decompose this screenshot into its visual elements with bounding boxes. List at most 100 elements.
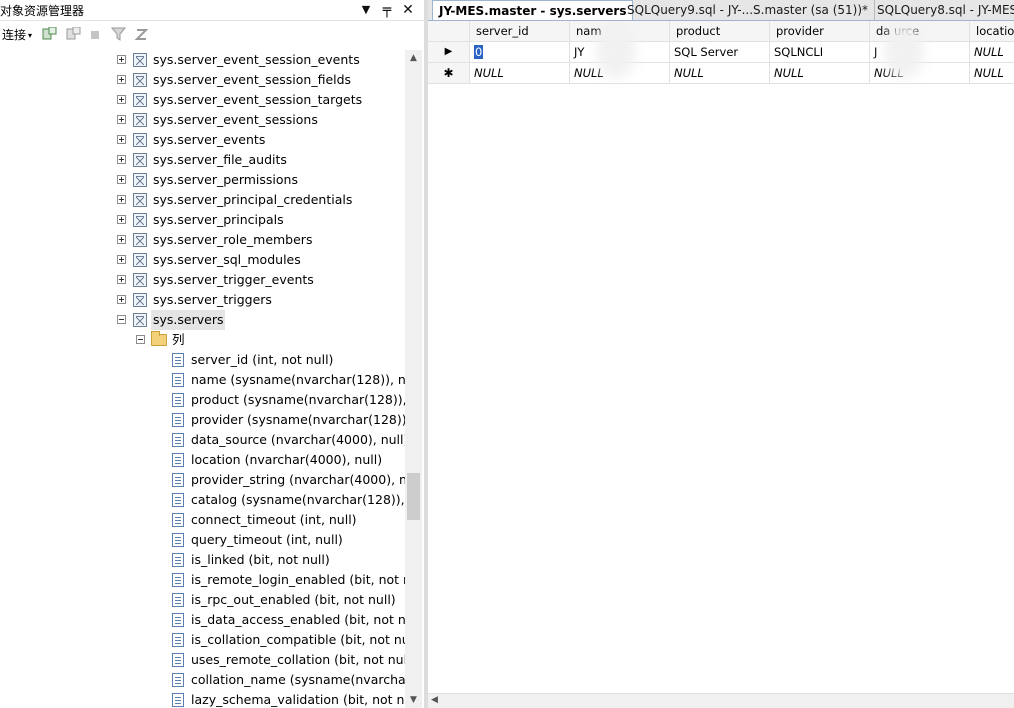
- tree-node-label: is_remote_login_enabled (bit, not nul: [191, 572, 405, 587]
- tree-node-column[interactable]: product (sysname(nvarchar(128)), no: [0, 390, 405, 410]
- expand-plus-icon[interactable]: [117, 55, 126, 64]
- tree-node-column[interactable]: query_timeout (int, null): [0, 530, 405, 550]
- expand-plus-icon[interactable]: [117, 235, 126, 244]
- tree-node-table[interactable]: sys.server_event_session_fields: [0, 70, 405, 90]
- collapse-minus-icon[interactable]: [136, 335, 145, 344]
- grid-cell[interactable]: NULL: [970, 42, 1014, 63]
- disconnect-icon[interactable]: [66, 27, 81, 41]
- expand-plus-icon[interactable]: [117, 295, 126, 304]
- tree-node-column[interactable]: server_id (int, not null): [0, 350, 405, 370]
- tree-node-column[interactable]: connect_timeout (int, null): [0, 510, 405, 530]
- scroll-left-icon[interactable]: ◀: [431, 695, 438, 705]
- table-row[interactable]: ✱ NULL NULL NULL NULL NULL NULL: [428, 63, 1014, 84]
- table-icon: [133, 293, 147, 307]
- collapse-minus-icon[interactable]: [117, 315, 126, 324]
- refresh-icon[interactable]: [134, 27, 149, 41]
- tab-sqlquery8[interactable]: SQLQuery8.sql - JY-MES: [871, 0, 1014, 20]
- tree-node-table[interactable]: sys.server_principal_credentials: [0, 190, 405, 210]
- new-row-icon[interactable]: ✱: [428, 63, 470, 84]
- grid-cell[interactable]: NULL: [770, 63, 870, 84]
- table-icon: [133, 53, 147, 67]
- grid-cell[interactable]: NULL: [470, 63, 570, 84]
- tree-node-table[interactable]: sys.server_events: [0, 130, 405, 150]
- grid-cell[interactable]: NULL: [670, 63, 770, 84]
- object-explorer-tree: sys.server_event_session_events sys.serve…: [0, 50, 405, 708]
- column-icon: [172, 433, 184, 447]
- column-icon: [172, 653, 184, 667]
- tree-node-table[interactable]: sys.server_event_session_events: [0, 50, 405, 70]
- table-icon: [133, 273, 147, 287]
- current-row-icon[interactable]: ▶: [428, 42, 470, 63]
- tree-node-column[interactable]: collation_name (sysname(nvarchar(12: [0, 670, 405, 690]
- tree-node-column[interactable]: is_rpc_out_enabled (bit, not null): [0, 590, 405, 610]
- filter-icon[interactable]: [111, 27, 126, 41]
- stop-icon[interactable]: [90, 27, 101, 41]
- tree-node-column[interactable]: is_collation_compatible (bit, not null): [0, 630, 405, 650]
- expand-plus-icon[interactable]: [117, 115, 126, 124]
- column-icon: [172, 493, 184, 507]
- column-header[interactable]: product: [670, 21, 770, 42]
- column-header[interactable]: provider: [770, 21, 870, 42]
- expand-plus-icon[interactable]: [117, 255, 126, 264]
- tree-node-columns-folder[interactable]: 列: [0, 330, 405, 350]
- tree-node-table[interactable]: sys.server_role_members: [0, 230, 405, 250]
- scroll-up-icon[interactable]: ▲: [405, 50, 422, 66]
- expand-plus-icon[interactable]: [117, 75, 126, 84]
- table-row[interactable]: ▶ 0 JY SQL Server SQLNCLI J NULL: [428, 42, 1014, 63]
- tree-node-column[interactable]: provider (sysname(nvarchar(128)), no: [0, 410, 405, 430]
- tree-node-column[interactable]: provider_string (nvarchar(4000), null): [0, 470, 405, 490]
- connect-server-icon[interactable]: [42, 27, 57, 41]
- grid-cell[interactable]: SQLNCLI: [770, 42, 870, 63]
- expand-plus-icon[interactable]: [117, 135, 126, 144]
- expand-plus-icon[interactable]: [117, 155, 126, 164]
- tree-node-table[interactable]: sys.server_permissions: [0, 170, 405, 190]
- window-position-dropdown-icon[interactable]: ▼: [356, 0, 376, 20]
- expand-plus-icon[interactable]: [117, 95, 126, 104]
- tree-node-label: lazy_schema_validation (bit, not null): [191, 692, 405, 707]
- tree-node-table[interactable]: sys.server_principals: [0, 210, 405, 230]
- expand-plus-icon[interactable]: [117, 195, 126, 204]
- scrollbar-thumb[interactable]: [407, 473, 420, 520]
- tree-node-column[interactable]: is_data_access_enabled (bit, not null): [0, 610, 405, 630]
- auto-hide-pin-icon[interactable]: ╤: [377, 0, 397, 20]
- grid-cell[interactable]: SQL Server: [670, 42, 770, 63]
- tree-node-column[interactable]: is_linked (bit, not null): [0, 550, 405, 570]
- expand-plus-icon[interactable]: [117, 215, 126, 224]
- tree-node-table[interactable]: sys.server_triggers: [0, 290, 405, 310]
- tree-node-column[interactable]: uses_remote_collation (bit, not null): [0, 650, 405, 670]
- column-header[interactable]: location: [970, 21, 1014, 42]
- tree-node-label: location (nvarchar(4000), null): [191, 452, 383, 467]
- tree-node-column[interactable]: lazy_schema_validation (bit, not null): [0, 690, 405, 708]
- expand-plus-icon[interactable]: [117, 175, 126, 184]
- scroll-down-icon[interactable]: ▼: [405, 692, 422, 708]
- table-icon: [133, 93, 147, 107]
- expand-plus-icon[interactable]: [117, 275, 126, 284]
- tree-node-column[interactable]: location (nvarchar(4000), null): [0, 450, 405, 470]
- tree-node-column[interactable]: catalog (sysname(nvarchar(128)), nul: [0, 490, 405, 510]
- grid-cell[interactable]: 0: [470, 42, 570, 63]
- tree-node-table[interactable]: sys.server_trigger_events: [0, 270, 405, 290]
- grid-cell[interactable]: NULL: [970, 63, 1014, 84]
- tree-node-column[interactable]: name (sysname(nvarchar(128)), not n: [0, 370, 405, 390]
- close-icon[interactable]: ✕: [398, 0, 418, 20]
- connect-button[interactable]: 连接 ▾: [2, 26, 32, 43]
- tab-sys-servers[interactable]: JY-MES.master - sys.servers: [432, 0, 634, 20]
- tree-node-table[interactable]: sys.server_event_session_targets: [0, 90, 405, 110]
- object-explorer-panel: 对象资源管理器 ▼ ╤ ✕ 连接 ▾ sys.server_event_sessi…: [0, 0, 424, 708]
- tree-node-column[interactable]: data_source (nvarchar(4000), null): [0, 430, 405, 450]
- tree-node-table[interactable]: sys.server_sql_modules: [0, 250, 405, 270]
- column-icon: [172, 533, 184, 547]
- tab-sqlquery9[interactable]: SQLQuery9.sql - JY-...S.master (sa (51))…: [621, 0, 876, 20]
- tree-node-table[interactable]: sys.server_file_audits: [0, 150, 405, 170]
- tree-node-column[interactable]: is_remote_login_enabled (bit, not nul: [0, 570, 405, 590]
- grid-horizontal-scrollbar[interactable]: ◀: [428, 693, 1014, 708]
- tree-node-label: sys.server_event_session_events: [153, 52, 360, 67]
- tree-node-table-selected[interactable]: sys.servers: [0, 310, 405, 330]
- tree-node-table[interactable]: sys.server_event_sessions: [0, 110, 405, 130]
- column-header[interactable]: server_id: [470, 21, 570, 42]
- grid-corner[interactable]: [428, 21, 470, 42]
- table-icon: [133, 233, 147, 247]
- tree-node-label: sys.server_role_members: [153, 232, 313, 247]
- tree-node-label: is_collation_compatible (bit, not null): [191, 632, 405, 647]
- tree-vertical-scrollbar[interactable]: ▲ ▼: [405, 50, 422, 708]
